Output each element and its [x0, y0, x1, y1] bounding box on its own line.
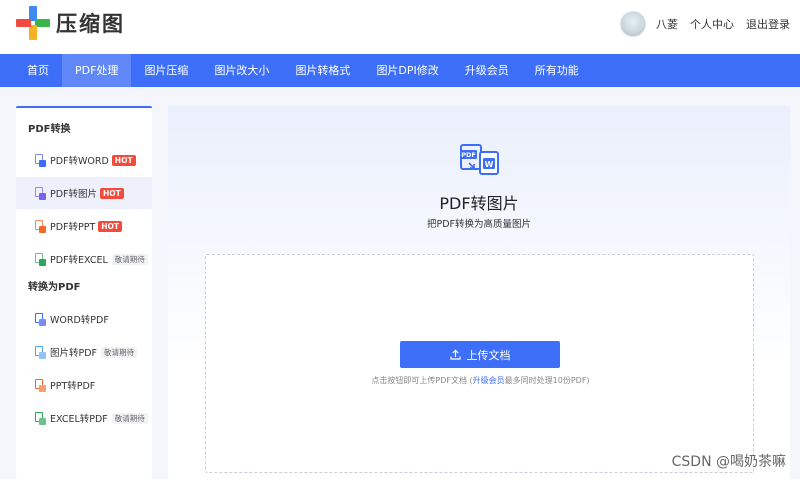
user-area: 八菱 个人中心 退出登录 [620, 11, 790, 37]
nav-item-vip[interactable]: 升级会员 [452, 54, 522, 87]
nav-item-compress[interactable]: 图片压缩 [131, 54, 201, 87]
pdf-ppt-icon [34, 219, 46, 233]
sidebar: PDF转换 PDF转WORD HOT PDF转图片 HOT PDF转PPT HO… [16, 106, 152, 479]
main-nav: 首页 PDF处理 图片压缩 图片改大小 图片转格式 图片DPI修改 升级会员 所… [0, 54, 800, 87]
page-subtitle: 把PDF转换为高质量图片 [426, 219, 531, 230]
avatar[interactable] [620, 11, 646, 37]
sidebar-item-pdf-to-image[interactable]: PDF转图片 HOT [16, 177, 152, 209]
sidebar-group-title: 转换为PDF [28, 282, 81, 293]
hot-badge: HOT [98, 220, 123, 232]
account-link[interactable]: 个人中心 [690, 16, 734, 32]
svg-text:PDF: PDF [461, 151, 476, 159]
sidebar-item-label: WORD转PDF [50, 315, 109, 326]
sidebar-item-image-to-pdf[interactable]: 图片转PDF 敬请期待 [16, 336, 152, 368]
upload-hint-text: 点击按钮即可上传PDF文档 ( [371, 376, 473, 385]
coming-soon-badge: 敬请期待 [101, 346, 138, 358]
logo[interactable]: 压缩图 [16, 6, 125, 40]
watermark: CSDN @喝奶茶嘛 [671, 454, 786, 470]
logo-text: 压缩图 [56, 12, 125, 36]
nav-item-resize[interactable]: 图片改大小 [201, 54, 282, 87]
coming-soon-badge: 敬请期待 [111, 412, 148, 424]
nav-item-home[interactable]: 首页 [0, 54, 62, 87]
upload-icon [449, 349, 461, 360]
ppt-pdf-icon [34, 378, 46, 392]
hot-badge: HOT [111, 154, 136, 166]
sidebar-item-label: PDF转EXCEL [50, 255, 108, 266]
pdf-word-icon [34, 153, 46, 167]
logo-cross-icon [16, 6, 50, 40]
main-panel: PDF W PDF转图片 把PDF转换为高质量图片 上传文档 点击按钮即可上传P… [168, 106, 790, 479]
upload-hint-text: 最多同时处理10份PDF) [504, 376, 590, 385]
nav-item-dpi[interactable]: 图片DPI修改 [363, 54, 451, 87]
word-pdf-icon [34, 312, 46, 326]
nav-item-all[interactable]: 所有功能 [522, 54, 592, 87]
upload-button[interactable]: 上传文档 [400, 341, 560, 368]
sidebar-item-label: 图片转PDF [50, 348, 98, 359]
username[interactable]: 八菱 [656, 16, 678, 32]
sidebar-item-label: PDF转图片 [50, 189, 98, 200]
pdf-image-icon [34, 186, 46, 200]
sidebar-item-pdf-to-ppt[interactable]: PDF转PPT HOT [16, 210, 152, 242]
coming-soon-badge: 敬请期待 [111, 253, 148, 265]
sidebar-item-label: PPT转PDF [50, 381, 96, 392]
sidebar-item-pdf-to-word[interactable]: PDF转WORD HOT [16, 144, 152, 176]
nav-item-convert[interactable]: 图片转格式 [282, 54, 363, 87]
sidebar-group-title: PDF转换 [28, 124, 71, 135]
nav-item-pdf[interactable]: PDF处理 [62, 54, 132, 87]
sidebar-item-label: EXCEL转PDF [50, 414, 108, 425]
upload-hint: 点击按钮即可上传PDF文档 (升级会员最多同时处理10份PDF) [206, 375, 755, 386]
sidebar-item-label: PDF转WORD [50, 156, 109, 167]
sidebar-item-label: PDF转PPT [50, 222, 96, 233]
logout-link[interactable]: 退出登录 [746, 16, 790, 32]
sidebar-item-ppt-to-pdf[interactable]: PPT转PDF [16, 369, 152, 401]
svg-text:W: W [485, 160, 494, 169]
page-title: PDF转图片 [439, 194, 519, 213]
pdf-to-image-icon: PDF W [460, 144, 499, 175]
excel-pdf-icon [34, 411, 46, 425]
upload-button-label: 上传文档 [466, 348, 511, 362]
sidebar-item-word-to-pdf[interactable]: WORD转PDF [16, 303, 152, 335]
image-pdf-icon [34, 345, 46, 359]
pdf-excel-icon [34, 252, 46, 266]
sidebar-item-pdf-to-excel[interactable]: PDF转EXCEL 敬请期待 [16, 243, 152, 275]
hot-badge: HOT [100, 187, 124, 199]
header: 压缩图 八菱 个人中心 退出登录 [0, 0, 800, 54]
sidebar-item-excel-to-pdf[interactable]: EXCEL转PDF 敬请期待 [16, 402, 152, 434]
upload-dropzone[interactable]: 上传文档 点击按钮即可上传PDF文档 (升级会员最多同时处理10份PDF) [205, 254, 754, 473]
upgrade-vip-link[interactable]: 升级会员 [473, 376, 505, 385]
